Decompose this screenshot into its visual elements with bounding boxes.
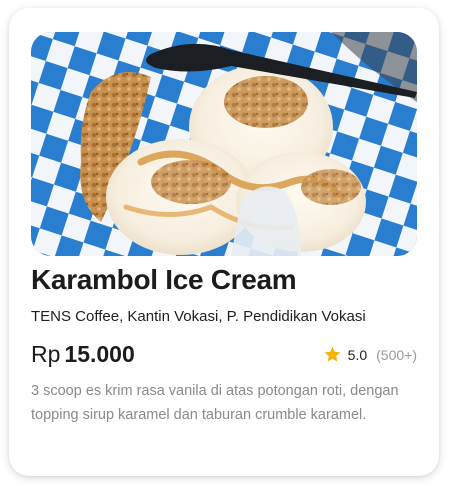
product-title: Karambol Ice Cream — [31, 264, 297, 295]
store-location: TENS Coffee, Kantin Vokasi, P. Pendidika… — [31, 308, 366, 325]
price-amount: 15.000 — [64, 341, 135, 367]
rating-score: 5.0 — [347, 346, 368, 363]
product-card[interactable]: Karambol Ice Cream TENS Coffee, Kantin V… — [9, 8, 439, 476]
rating: 5.0 (500+) — [323, 345, 417, 364]
product-description: 3 scoop es krim rasa vanila di atas poto… — [31, 383, 399, 423]
star-icon — [324, 346, 341, 362]
rating-count: (500+) — [376, 346, 417, 363]
price-currency: Rp — [31, 341, 61, 367]
product-image — [31, 32, 417, 256]
product-price: Rp 15.000 — [31, 341, 135, 368]
